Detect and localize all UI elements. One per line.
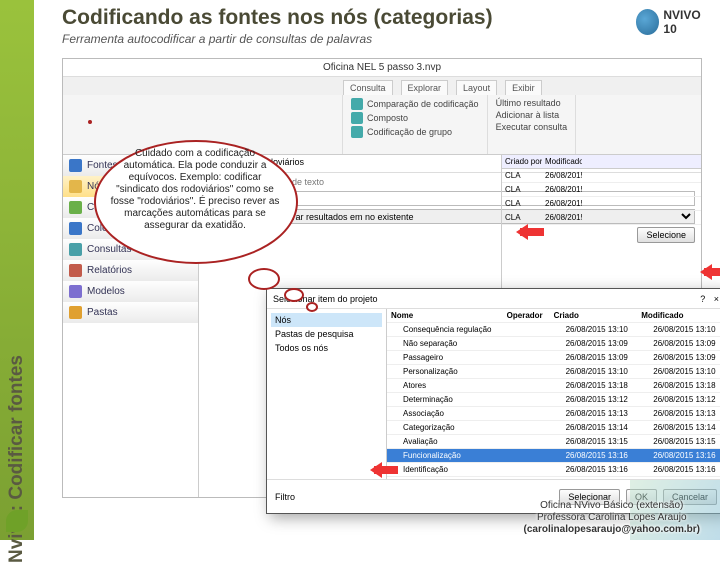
dialog-row[interactable]: Consequência regulação26/08/2015 13:1026…	[387, 323, 720, 337]
logo-text: NVIVO 10	[663, 8, 712, 36]
close-icon[interactable]: ×	[714, 294, 719, 304]
slide-title: Codificando as fontes nos nós (categoria…	[62, 6, 710, 30]
dialog-row[interactable]: Avaliação26/08/2015 13:1526/08/2015 13:1…	[387, 435, 720, 449]
slide-sidebar: Nvivo: Codificar fontes	[0, 0, 34, 540]
dialog-row[interactable]: Não separação26/08/2015 13:0926/08/2015 …	[387, 337, 720, 351]
table-row[interactable]: CLA26/08/2015 13:14	[502, 197, 701, 211]
nav-item-modelos[interactable]: Modelos	[63, 281, 198, 302]
dialog-row[interactable]: Passageiro26/08/2015 13:0926/08/2015 13:…	[387, 351, 720, 365]
dialog-row[interactable]: Atores26/08/2015 13:1826/08/2015 13:18	[387, 379, 720, 393]
col-mod: Modificado	[637, 309, 720, 323]
nav-item-pastas[interactable]: Pastas	[63, 302, 198, 323]
ribbon-item[interactable]: Composto	[351, 112, 479, 124]
ribbon-group-query: Comparação de codificação Composto Codif…	[343, 95, 488, 154]
col-op: Operador	[503, 309, 550, 323]
window-titlebar: Oficina NEL 5 passo 3.nvp	[63, 59, 701, 77]
leaf-icon	[6, 510, 28, 532]
logo-ball-icon	[636, 9, 659, 35]
slide-header: Codificando as fontes nos nós (categoria…	[34, 0, 720, 50]
col-created: Criado	[550, 309, 638, 323]
dialog-row[interactable]: Identificação26/08/2015 13:1626/08/2015 …	[387, 463, 720, 477]
nvivo-logo: NVIVO 10	[636, 6, 712, 38]
table-row[interactable]: CLA26/08/2015 13:14	[502, 169, 701, 183]
slide-footer: Oficina NVivo Básico (extensão) Professo…	[524, 500, 700, 536]
table-row[interactable]: CLA26/08/2015 13:14	[502, 211, 701, 225]
collection-icon	[69, 222, 82, 235]
dialog-row[interactable]: Funcionalização26/08/2015 13:1626/08/201…	[387, 449, 720, 463]
footer-line: Professora Carolina Lopes Araujo	[524, 512, 700, 524]
dialog-nav-item[interactable]: Todos os nós	[271, 341, 382, 355]
ribbon-tab[interactable]: Layout	[456, 80, 497, 95]
filter-label: Filtro	[275, 492, 295, 502]
ribbon-tab[interactable]: Exibir	[505, 80, 542, 95]
col-name: Nome	[387, 309, 503, 323]
dialog-nav: Nós Pastas de pesquisa Todos os nós	[267, 309, 387, 479]
folder-icon	[69, 159, 82, 172]
callout-text: Cuidado com a codificação automática. El…	[108, 148, 282, 232]
query-icon	[69, 243, 82, 256]
arrow-indicator-icon	[362, 462, 398, 478]
ribbon-item[interactable]: Adicionar à lista	[496, 110, 568, 120]
compare-icon	[351, 98, 363, 110]
dialog-list[interactable]: Nome Operador Criado Modificado Consequê…	[387, 309, 720, 479]
class-icon	[69, 201, 82, 214]
dialog-row[interactable]: Determinação26/08/2015 13:1226/08/2015 1…	[387, 393, 720, 407]
dialog-row[interactable]: Categorização26/08/2015 13:1426/08/2015 …	[387, 421, 720, 435]
table-row[interactable]: CLA26/08/2015 13:14	[502, 183, 701, 197]
ribbon-group-actions: Último resultado Adicionar à lista Execu…	[488, 95, 577, 154]
ribbon-tab[interactable]: Consulta	[343, 80, 393, 95]
node-icon	[69, 180, 82, 193]
compound-icon	[351, 112, 363, 124]
folder2-icon	[69, 306, 82, 319]
dialog-titlebar: Selecionar item do projeto ? ×	[267, 289, 720, 309]
arrow-indicator-icon	[508, 224, 544, 240]
nav-label: Pastas	[87, 307, 118, 318]
footer-email: (carolinalopesaraujo@yahoo.com.br)	[524, 524, 700, 536]
dialog-nav-item[interactable]: Pastas de pesquisa	[271, 327, 382, 341]
dialog-row[interactable]: Associação26/08/2015 13:1326/08/2015 13:…	[387, 407, 720, 421]
footer-line: Oficina NVivo Básico (extensão)	[524, 500, 700, 512]
dialog-nav-item[interactable]: Nós	[271, 313, 382, 327]
model-icon	[69, 285, 82, 298]
ribbon-item[interactable]: Comparação de codificação	[351, 98, 479, 110]
nav-label: Modelos	[87, 286, 125, 297]
ribbon-item[interactable]: Codificação de grupo	[351, 126, 479, 138]
ribbon-item[interactable]: Último resultado	[496, 98, 568, 108]
arrow-indicator-icon	[692, 264, 720, 280]
report-icon	[69, 264, 82, 277]
slide-content: Codificando as fontes nos nós (categoria…	[34, 0, 720, 540]
slide-subtitle: Ferramenta autocodificar a partir de con…	[62, 32, 710, 46]
dialog-row[interactable]: Personalização26/08/2015 13:1026/08/2015…	[387, 365, 720, 379]
group-coding-icon	[351, 126, 363, 138]
help-icon[interactable]: ?	[700, 294, 705, 304]
ribbon-item[interactable]: Executar consulta	[496, 122, 568, 132]
ribbon-tab[interactable]: Explorar	[401, 80, 449, 95]
ribbon-tabs: Consulta Explorar Layout Exibir	[63, 77, 701, 95]
table-header: Criado por Modificado em	[502, 155, 701, 169]
warning-callout: Cuidado com a codificação automática. El…	[88, 120, 302, 280]
